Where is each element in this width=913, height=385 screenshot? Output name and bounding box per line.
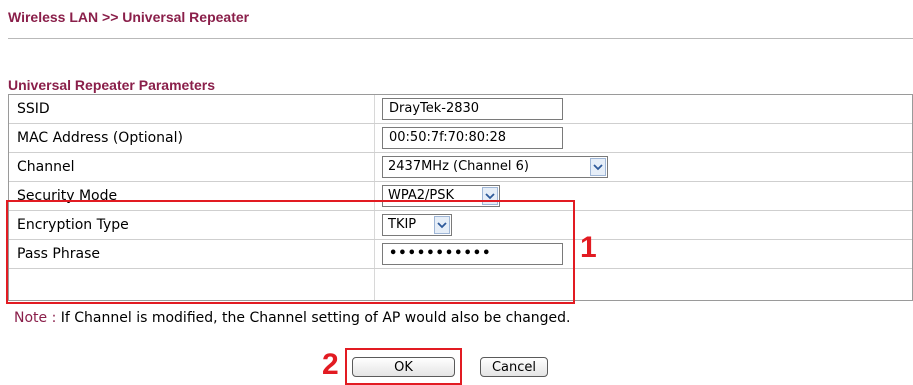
row-channel: Channel 2437MHz (Channel 6) bbox=[9, 153, 912, 182]
title-divider bbox=[8, 38, 913, 39]
channel-label: Channel bbox=[17, 159, 75, 175]
annotation-number-2: 2 bbox=[322, 348, 339, 381]
channel-select[interactable]: 2437MHz (Channel 6) bbox=[382, 156, 608, 178]
note: Note : If Channel is modified, the Chann… bbox=[14, 310, 571, 326]
row-ssid: SSID DrayTek-2830 bbox=[9, 95, 912, 124]
ssid-input[interactable]: DrayTek-2830 bbox=[382, 98, 563, 120]
ssid-label: SSID bbox=[17, 101, 50, 117]
mac-address-input[interactable]: 00:50:7f:70:80:28 bbox=[382, 127, 563, 149]
cancel-button[interactable]: Cancel bbox=[480, 357, 548, 377]
section-title: Universal Repeater Parameters bbox=[8, 77, 216, 93]
note-text: If Channel is modified, the Channel sett… bbox=[60, 310, 571, 326]
channel-select-value: 2437MHz (Channel 6) bbox=[388, 159, 529, 174]
row-mac-address: MAC Address (Optional) 00:50:7f:70:80:28 bbox=[9, 124, 912, 153]
note-label: Note : bbox=[14, 310, 57, 326]
mac-address-label: MAC Address (Optional) bbox=[17, 130, 183, 146]
ok-button[interactable]: OK bbox=[352, 357, 455, 377]
annotation-number-1: 1 bbox=[580, 231, 597, 264]
annotation-box-1 bbox=[6, 200, 575, 304]
chevron-down-icon[interactable] bbox=[590, 158, 606, 176]
page-title: Wireless LAN >> Universal Repeater bbox=[8, 9, 250, 25]
